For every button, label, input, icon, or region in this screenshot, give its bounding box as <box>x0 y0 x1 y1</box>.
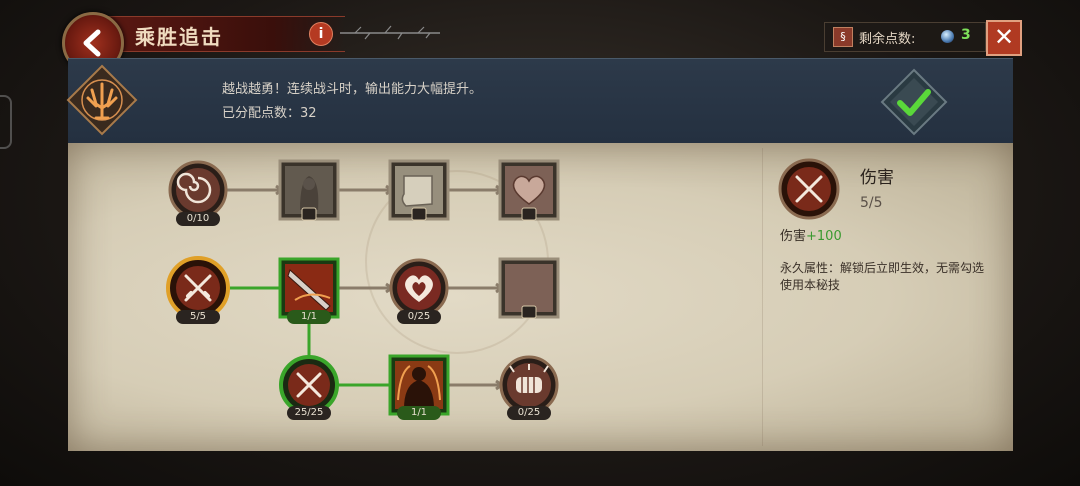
skill-node-bandit[interactable] <box>278 159 340 221</box>
stat-value: +100 <box>806 229 842 244</box>
selected-skill-title: 伤害 <box>860 168 894 188</box>
skill-node-heart-square[interactable] <box>498 159 560 221</box>
skill-node-blade[interactable] <box>278 257 340 319</box>
skill-progress-heart-round: 0/25 <box>397 310 441 324</box>
skill-node-heart-round[interactable] <box>389 258 449 318</box>
tree-connectors <box>226 184 505 391</box>
skill-progress-vortex: 0/10 <box>176 212 220 226</box>
skill-node-damage[interactable] <box>166 256 230 320</box>
selected-skill-stat: 伤害+100 <box>780 225 842 244</box>
skill-progress-blade: 1/1 <box>287 310 331 324</box>
selected-skill-description: 永久属性：解锁后立即生效，无需勾选使用本秘技 <box>780 261 985 292</box>
lock-icon <box>411 207 427 221</box>
lock-icon <box>301 207 317 221</box>
skill-progress-fist: 0/25 <box>507 406 551 420</box>
skill-node-vortex[interactable] <box>168 160 228 220</box>
skill-progress-damage2: 25/25 <box>287 406 331 420</box>
skill-node-moon[interactable] <box>498 257 560 319</box>
scroll-icon <box>401 175 433 207</box>
skill-progress-damage: 5/5 <box>176 310 220 324</box>
skill-node-scroll[interactable] <box>388 159 450 221</box>
lock-icon <box>521 207 537 221</box>
stat-label: 伤害 <box>780 229 807 244</box>
lock-icon <box>521 305 537 319</box>
selected-skill-icon <box>778 158 840 220</box>
skill-node-damage2[interactable] <box>279 355 339 415</box>
skill-progress-fire-warrior: 1/1 <box>397 406 441 420</box>
skill-node-fist[interactable] <box>499 355 559 415</box>
selected-skill-level: 5/5 <box>860 195 883 211</box>
